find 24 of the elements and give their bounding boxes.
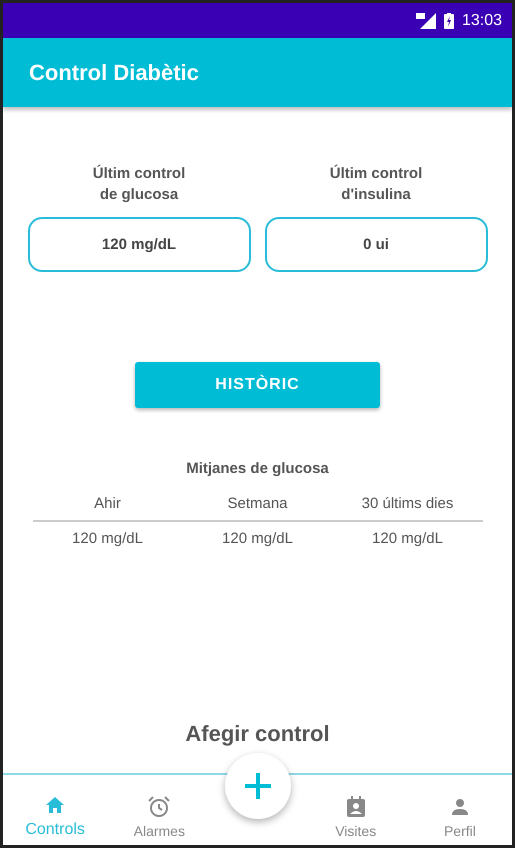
nav-tab[interactable]: Controls bbox=[3, 775, 108, 845]
table-cell-text: 120 mg/dL bbox=[221, 529, 294, 549]
nav-tab[interactable]: Perfil bbox=[408, 775, 512, 845]
averages-title: Mitjanes de glucosa bbox=[186, 460, 329, 477]
value-box: 0 ui bbox=[264, 217, 488, 272]
nav-tab[interactable]: Visites bbox=[304, 775, 408, 845]
column-header: Ahir bbox=[93, 494, 122, 514]
status-time: 13:03 bbox=[462, 12, 502, 30]
add-control-title: Afegir control bbox=[185, 721, 330, 747]
table-cell-text: 120 mg/dL bbox=[371, 529, 444, 549]
add-fab-button[interactable] bbox=[224, 753, 290, 819]
control-label: Últim control de glucosa bbox=[92, 164, 186, 205]
history-button[interactable]: HISTÒRIC bbox=[135, 362, 380, 408]
table-cell-text: 120 mg/dL bbox=[71, 529, 144, 549]
app-title: Control Diabètic bbox=[29, 60, 199, 86]
control-label: Últim control d'insulina bbox=[330, 164, 422, 205]
lte-signal-icon bbox=[416, 12, 436, 28]
alarm-clock-icon bbox=[147, 795, 172, 819]
battery-charging-icon bbox=[444, 12, 454, 28]
plus-icon bbox=[242, 771, 272, 801]
column-header: Setmana bbox=[226, 494, 289, 514]
column-header: 30 últims dies bbox=[360, 494, 454, 514]
value-box: 120 mg/dL bbox=[28, 217, 250, 272]
nav-tab[interactable]: Alarmes bbox=[107, 775, 212, 845]
